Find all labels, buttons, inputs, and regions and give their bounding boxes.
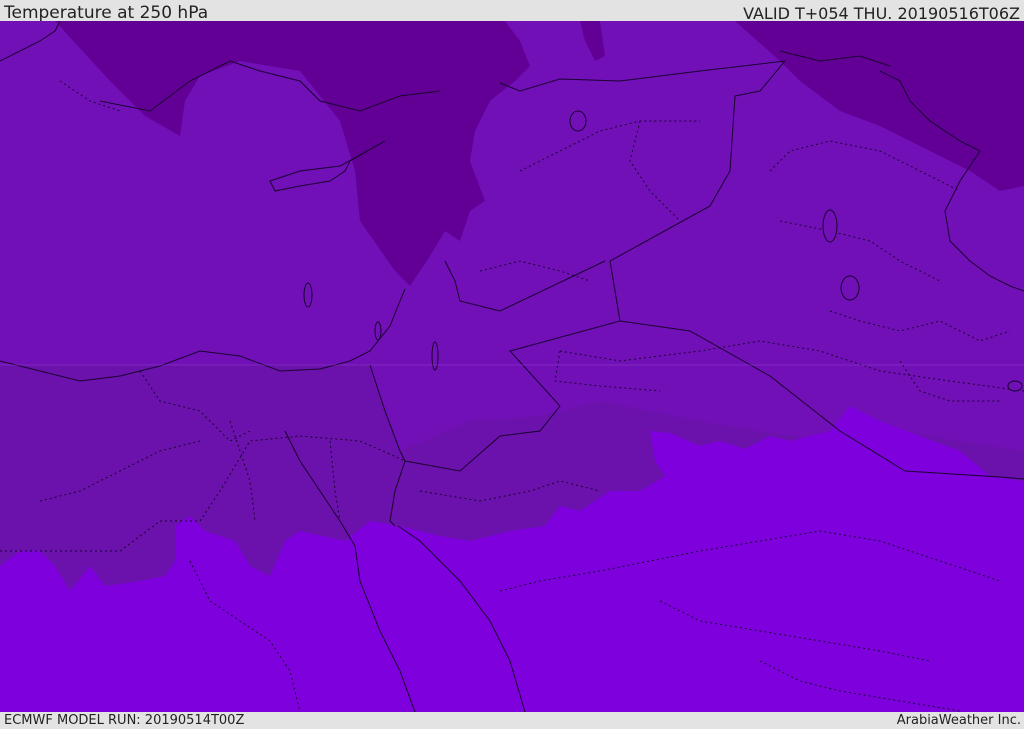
credit-label: ArabiaWeather Inc. xyxy=(896,713,1021,728)
weather-map[interactable] xyxy=(0,21,1024,712)
map-title: Temperature at 250 hPa xyxy=(4,3,209,23)
model-run-label: ECMWF MODEL RUN: 20190514T00Z xyxy=(4,713,245,728)
header-bar: Temperature at 250 hPa VALID T+054 THU. … xyxy=(0,0,1024,23)
footer-bar: ECMWF MODEL RUN: 20190514T00Z ArabiaWeat… xyxy=(0,712,1024,729)
map-canvas xyxy=(0,21,1024,712)
